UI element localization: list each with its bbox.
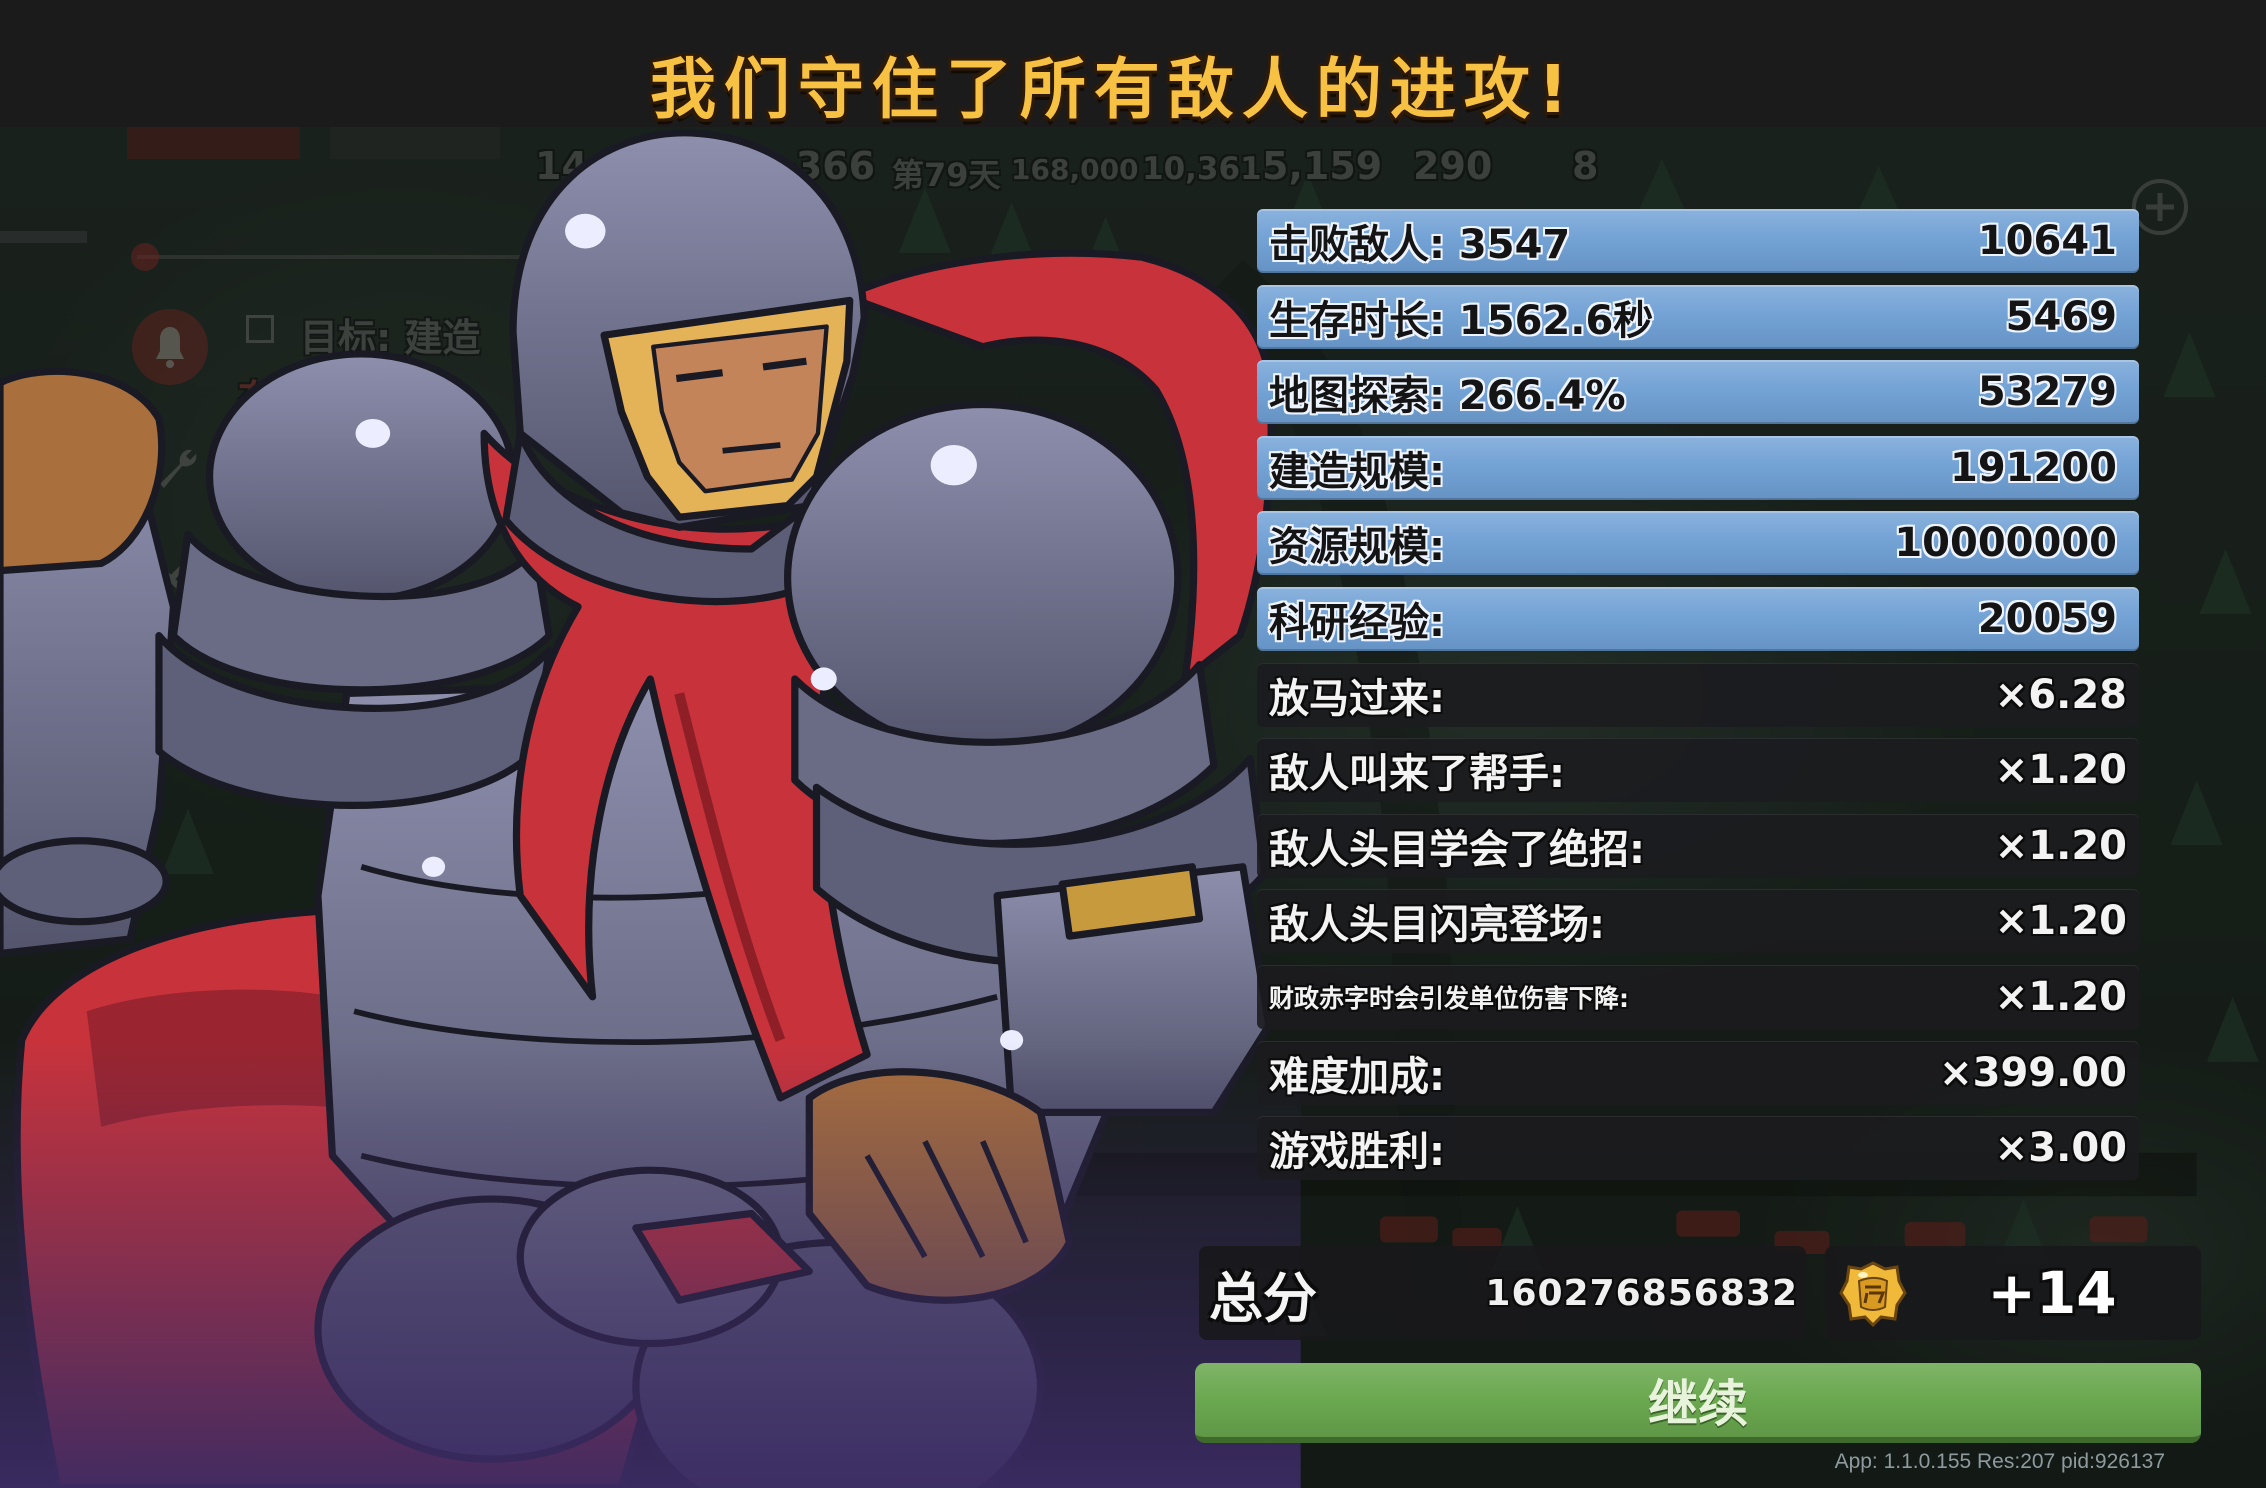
multiplier-value: ×1.20 <box>1994 747 2127 794</box>
score-label: 科研经验: <box>1269 599 1445 646</box>
multiplier-value: ×1.20 <box>1994 973 2127 1020</box>
multiplier-label: 财政赤字时会引发单位伤害下降: <box>1269 983 1629 1013</box>
score-label: 建造规模: <box>1269 448 1445 495</box>
left-pauldron <box>205 350 517 604</box>
score-value: 10641 <box>1977 218 2117 264</box>
multiplier-value: ×3.00 <box>1994 1125 2127 1172</box>
multiplier-row: 敌人头目学会了绝招: ×1.20 <box>1257 813 2139 878</box>
multiplier-value: ×1.20 <box>1994 822 2127 869</box>
score-row-map-exploration: 地图探索: 266.4% 53279 <box>1257 360 2139 425</box>
reward-panel: +14 <box>1825 1246 2201 1340</box>
multiplier-row-difficulty: 难度加成: ×399.00 <box>1257 1040 2139 1105</box>
score-row-resource-scale: 资源规模: 10000000 <box>1257 511 2139 576</box>
multiplier-label: 敌人头目学会了绝招: <box>1269 826 1645 873</box>
total-score-value: 160276856832 <box>1485 1272 1798 1314</box>
multiplier-row: 放马过来: ×6.28 <box>1257 662 2139 727</box>
multiplier-row: 财政赤字时会引发单位伤害下降: ×1.20 <box>1257 964 2139 1029</box>
multiplier-value: ×6.28 <box>1994 671 2127 718</box>
right-pauldron <box>783 400 1182 755</box>
score-label: 地图探索: 266.4% <box>1269 373 1626 420</box>
multiplier-row-victory: 游戏胜利: ×3.00 <box>1257 1116 2139 1181</box>
gold-medal-icon <box>1839 1261 1907 1327</box>
score-value: 191200 <box>1950 444 2117 491</box>
score-label: 生存时长: 1562.6秒 <box>1269 297 1654 344</box>
victory-title: 我们守住了所有敌人的进攻! <box>649 51 1577 128</box>
continue-button[interactable]: 继续 <box>1195 1363 2201 1443</box>
multiplier-label: 难度加成: <box>1269 1053 1445 1100</box>
score-row-build-scale: 建造规模: 191200 <box>1257 435 2139 500</box>
multiplier-label: 敌人头目闪亮登场: <box>1269 902 1605 949</box>
multiplier-row: 敌人叫来了帮手: ×1.20 <box>1257 738 2139 803</box>
victory-screen: 14 -366 第79天 168,000 10,361 5,159 290 8 … <box>0 0 2266 1488</box>
multiplier-row: 敌人头目闪亮登场: ×1.20 <box>1257 889 2139 954</box>
score-row-research-exp: 科研经验: 20059 <box>1257 586 2139 651</box>
score-value: 10000000 <box>1894 520 2117 567</box>
score-value: 53279 <box>1977 369 2117 416</box>
score-value: 5469 <box>2005 293 2117 340</box>
multiplier-label: 游戏胜利: <box>1269 1129 1445 1176</box>
multiplier-label: 敌人叫来了帮手: <box>1269 751 1565 798</box>
score-row-enemies-defeated: 击败敌人: 3547 10641 <box>1257 209 2139 273</box>
score-label: 资源规模: <box>1269 524 1445 571</box>
version-info: App: 1.1.0.155 Res:207 pid:926137 <box>1834 1450 2165 1473</box>
multiplier-value: ×1.20 <box>1994 898 2127 945</box>
knight-left-bracer <box>0 837 170 926</box>
multiplier-label: 放马过来: <box>1269 675 1445 722</box>
score-value: 20059 <box>1977 595 2117 642</box>
total-score-panel: 总分 160276856832 <box>1199 1246 1806 1340</box>
multiplier-value: ×399.00 <box>1939 1049 2127 1096</box>
reward-value: +14 <box>1987 1259 2117 1327</box>
score-row-survival-time: 生存时长: 1562.6秒 5469 <box>1257 284 2139 349</box>
purple-fade <box>0 1040 1301 1488</box>
score-breakdown-list: 击败敌人: 3547 10641 生存时长: 1562.6秒 5469 地图探索… <box>1257 209 2139 1192</box>
score-label: 击败敌人: 3547 <box>1269 222 1571 268</box>
total-score-label: 总分 <box>1209 1266 1317 1330</box>
